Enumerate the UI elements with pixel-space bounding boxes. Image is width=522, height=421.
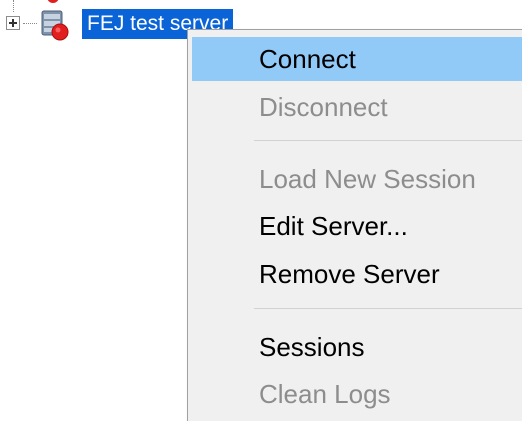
tree-connector-line xyxy=(23,23,37,24)
menu-item-load-new-session[interactable]: Load New Session xyxy=(192,157,522,201)
menu-item-sessions[interactable]: Sessions xyxy=(192,325,522,369)
database-server-error-icon[interactable] xyxy=(40,9,70,41)
menu-separator xyxy=(254,140,522,141)
app-window: FEJ test server Connect Disconnect Load … xyxy=(0,0,522,421)
menu-item-disconnect[interactable]: Disconnect xyxy=(192,85,522,129)
menu-item-connect[interactable]: Connect xyxy=(192,37,522,81)
tree-connector-line xyxy=(13,0,14,12)
context-menu: Connect Disconnect Load New Session Edit… xyxy=(187,29,522,421)
menu-separator xyxy=(254,308,522,309)
menu-item-edit-server[interactable]: Edit Server... xyxy=(192,204,522,248)
menu-item-remove-server[interactable]: Remove Server xyxy=(192,252,522,296)
expand-node-button[interactable] xyxy=(6,16,20,30)
menu-item-clean-logs[interactable]: Clean Logs xyxy=(192,372,522,416)
server-error-icon xyxy=(47,0,59,3)
